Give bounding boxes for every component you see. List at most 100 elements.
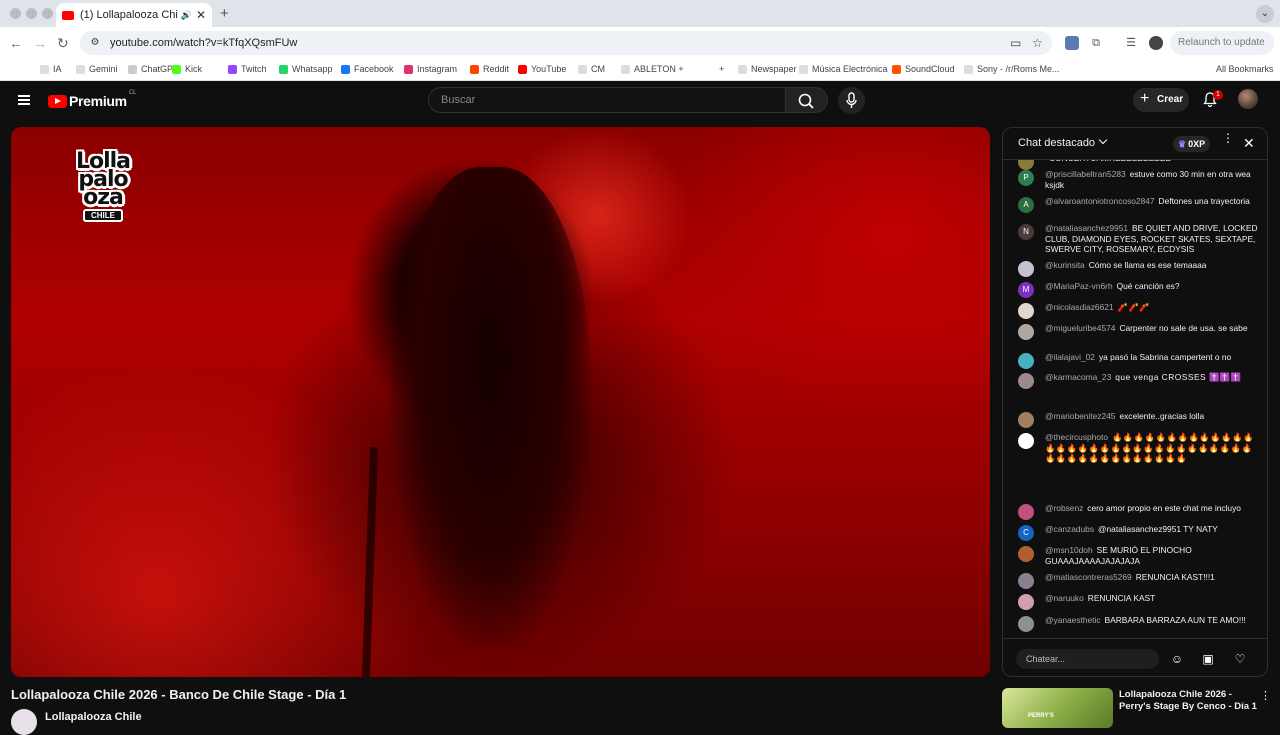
bookmark-item[interactable]: IA	[40, 64, 62, 74]
related-thumbnail[interactable]: PERRY'S	[1002, 688, 1113, 728]
chat-author[interactable]: @thecircusphoto	[1045, 432, 1108, 442]
chat-avatar[interactable]	[1018, 412, 1034, 428]
account-avatar[interactable]	[1238, 89, 1258, 109]
chat-author[interactable]: @nataliasanchez9951	[1045, 223, 1128, 233]
bookmark-label: +	[719, 64, 725, 74]
chat-message-body: @ilalajavi_02 ya pasó la Sabrina camperte…	[1045, 352, 1231, 369]
chat-author[interactable]: @ilalajavi_02	[1045, 352, 1095, 362]
chat-avatar[interactable]	[1018, 594, 1034, 610]
menu-icon[interactable]	[18, 95, 30, 105]
chat-avatar[interactable]: M	[1018, 282, 1034, 298]
channel-avatar[interactable]	[11, 709, 37, 735]
bookmark-item[interactable]: Twitch	[228, 64, 267, 74]
chat-avatar[interactable]: A	[1018, 197, 1034, 213]
emoji-icon[interactable]: ☺	[1169, 651, 1185, 667]
chat-avatar[interactable]	[1018, 546, 1034, 562]
chat-author[interactable]: @kurinsita	[1045, 260, 1085, 270]
search-button[interactable]	[786, 87, 828, 113]
chat-author[interactable]: @priscillabeltran5283	[1045, 169, 1126, 179]
bookmark-item[interactable]: Gemini	[76, 64, 118, 74]
chat-author[interactable]: @nicolasdiaz6621	[1045, 302, 1114, 312]
bookmark-item[interactable]: Reddit	[470, 64, 509, 74]
bookmark-item[interactable]: +	[706, 64, 724, 74]
chat-avatar[interactable]	[1018, 324, 1034, 340]
back-icon[interactable]: ←	[9, 35, 23, 51]
chat-avatar[interactable]	[1018, 353, 1034, 369]
audio-icon[interactable]: 🔊	[181, 10, 192, 21]
bookmark-item[interactable]: ChatGPT	[128, 64, 179, 74]
minimize-window-button[interactable]	[26, 8, 37, 19]
chat-author[interactable]: @migueluribe4574	[1045, 323, 1115, 333]
close-window-button[interactable]	[10, 8, 21, 19]
bookmark-item[interactable]: Newspaper	[738, 64, 797, 74]
chat-author[interactable]: @msn10doh	[1045, 545, 1093, 555]
reload-icon[interactable]: ↻	[57, 35, 69, 52]
chat-input[interactable]: Chatear...	[1016, 649, 1159, 669]
chat-mode-dropdown[interactable]: Chat destacado	[1018, 137, 1106, 149]
chat-avatar[interactable]	[1018, 373, 1034, 389]
heart-icon[interactable]: ♡	[1232, 651, 1248, 667]
chat-author[interactable]: @alvaroantoniotroncoso2847	[1045, 196, 1155, 206]
related-video[interactable]: PERRY'S Lollapalooza Chile 2026 - Perry'…	[1002, 688, 1271, 728]
chat-author[interactable]: @yanaesthetic	[1045, 615, 1101, 625]
voice-search-button[interactable]	[838, 87, 865, 114]
close-chat-icon[interactable]: ✕	[1243, 135, 1255, 152]
chat-author[interactable]: @robsenz	[1045, 503, 1083, 513]
bookmark-item[interactable]: Sony - /r/Roms Me...	[964, 64, 1060, 74]
profile-icon[interactable]	[1149, 36, 1163, 50]
more-options-icon[interactable]: ⋮	[1222, 132, 1234, 144]
chat-message: P @priscillabeltran5283 estuve como 30 min…	[1018, 169, 1258, 190]
new-tab-button[interactable]: +	[220, 5, 229, 22]
reading-list-icon[interactable]: ☰	[1124, 36, 1138, 50]
extension-icon[interactable]	[1065, 36, 1079, 50]
chat-author[interactable]: @karmacoma_23	[1045, 372, 1111, 382]
video-player[interactable]: Lolla palo oza CHILE	[11, 127, 990, 677]
chat-author[interactable]: @mariobenitez245	[1045, 411, 1115, 421]
chat-avatar[interactable]	[1018, 616, 1034, 632]
chat-author[interactable]: @naruuko	[1045, 593, 1084, 603]
chat-avatar[interactable]	[1018, 433, 1034, 449]
all-bookmarks-button[interactable]: All Bookmarks	[1216, 64, 1274, 74]
chat-text: ya pasó la Sabrina campertent o no	[1098, 352, 1232, 362]
site-info-icon[interactable]: ⚙	[88, 36, 102, 50]
chat-author[interactable]: @matiascontreras5269	[1045, 572, 1132, 582]
chat-avatar[interactable]: P	[1018, 170, 1034, 186]
create-button[interactable]: Crear	[1133, 87, 1189, 112]
bookmark-star-icon[interactable]: ☆	[1032, 36, 1043, 50]
youtube-logo[interactable]: Premium CL	[48, 90, 136, 109]
related-more-icon[interactable]: ⋮	[1260, 689, 1271, 702]
super-chat-icon[interactable]: ▣	[1200, 651, 1216, 667]
close-tab-icon[interactable]: ✕	[196, 8, 206, 22]
forward-icon[interactable]: →	[33, 35, 47, 51]
relaunch-button[interactable]: Relaunch to update	[1170, 31, 1274, 55]
chat-avatar[interactable]: N	[1018, 224, 1034, 240]
bookmark-label: Sony - /r/Roms Me...	[977, 64, 1060, 74]
bookmark-item[interactable]: Facebook	[341, 64, 394, 74]
chat-author[interactable]: @MariaPaz-vn6rh	[1045, 281, 1113, 291]
chat-message: @robsenz cero amor propio en este chat me…	[1018, 503, 1258, 520]
bookmark-item[interactable]: Whatsapp	[279, 64, 333, 74]
puzzle-extensions-icon[interactable]: ⧉	[1089, 36, 1103, 50]
address-bar[interactable]: ⚙ youtube.com/watch?v=kTfqXQsmFUw ▭ ☆	[80, 31, 1052, 55]
zoom-window-button[interactable]	[42, 8, 53, 19]
tab-search-chevron-icon[interactable]: ⌄	[1256, 5, 1274, 23]
bookmark-item[interactable]: SoundCloud	[892, 64, 955, 74]
bookmark-item[interactable]: ABLETON +	[621, 64, 684, 74]
chat-avatar[interactable]: C	[1018, 525, 1034, 541]
chat-avatar[interactable]	[1018, 504, 1034, 520]
chat-avatar[interactable]	[1018, 303, 1034, 319]
channel-name[interactable]: Lollapalooza Chile	[45, 711, 142, 723]
chat-author[interactable]: @canzadubs	[1045, 524, 1094, 534]
bookmark-item[interactable]: Música Electrónica	[799, 64, 888, 74]
browser-tab[interactable]: (1) Lollapalooza Chile 2026 🔊 ✕	[56, 3, 212, 27]
xp-badge[interactable]: ♛ 0XP	[1173, 136, 1211, 152]
search-input[interactable]: Buscar	[428, 87, 786, 113]
bookmark-item[interactable]: CM	[578, 64, 605, 74]
bookmark-item[interactable]: Kick	[172, 64, 202, 74]
chat-avatar[interactable]	[1018, 261, 1034, 277]
bookmark-item[interactable]: Instagram	[404, 64, 457, 74]
related-title[interactable]: Lollapalooza Chile 2026 - Perry's Stage …	[1119, 689, 1259, 713]
chat-avatar[interactable]	[1018, 573, 1034, 589]
bookmark-item[interactable]: YouTube	[518, 64, 566, 74]
cast-icon[interactable]: ▭	[1010, 36, 1021, 50]
